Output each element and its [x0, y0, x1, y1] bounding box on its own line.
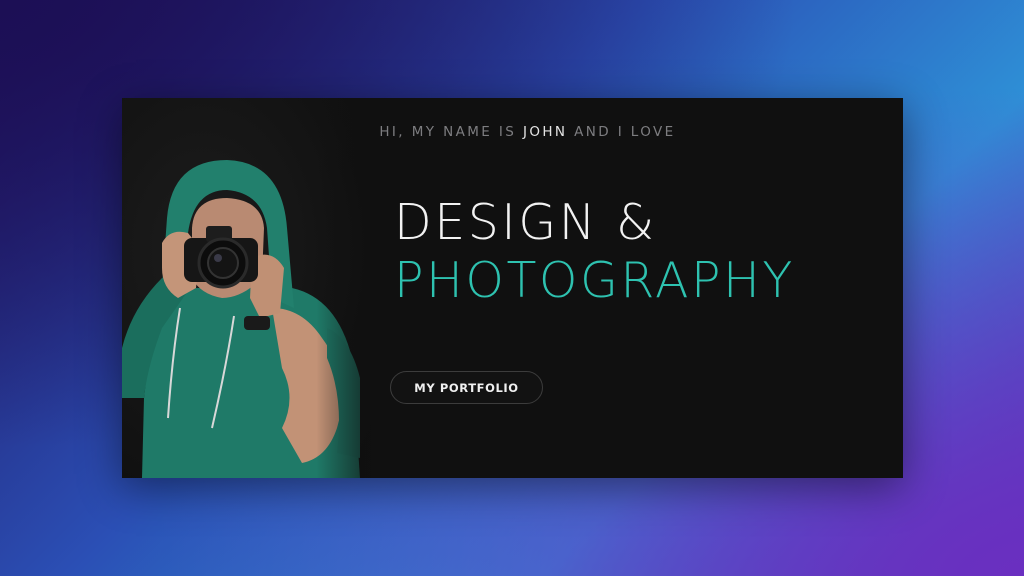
headline-line-photography: PHOTOGRAPHY	[394, 252, 795, 309]
photographer-photo	[122, 98, 392, 478]
hero-banner: HI, MY NAME IS JOHN AND I LOVE DESIGN & …	[122, 98, 903, 478]
headline-line-design: DESIGN &	[394, 194, 657, 251]
portfolio-button[interactable]: MY PORTFOLIO	[390, 371, 543, 404]
tagline-suffix: AND I LOVE	[574, 124, 676, 140]
headline: DESIGN & PHOTOGRAPHY	[394, 194, 795, 310]
intro-tagline: HI, MY NAME IS JOHN AND I LOVE	[122, 124, 903, 140]
tagline-name: JOHN	[522, 124, 568, 140]
portfolio-button-label: MY PORTFOLIO	[414, 380, 519, 395]
tagline-prefix: HI, MY NAME IS	[379, 124, 517, 140]
